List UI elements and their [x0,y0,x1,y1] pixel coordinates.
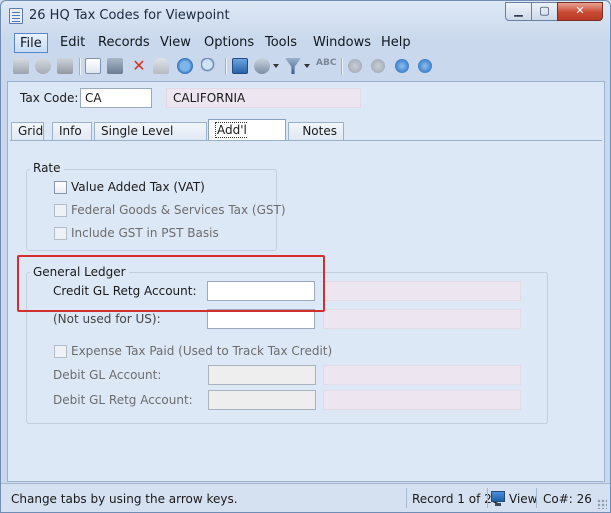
tab-notes[interactable]: Notes [288,122,344,140]
gst-in-pst-checkbox [54,227,67,240]
tab-info[interactable]: Info [52,122,92,140]
debit-gl-retg-description [323,390,521,410]
vat-checkbox[interactable] [54,181,67,194]
window-title: 26 HQ Tax Codes for Viewpoint [29,8,230,23]
not-used-for-us-label: (Not used for US): [53,312,161,326]
status-hint: Change tabs by using the arrow keys. [11,492,238,506]
monitor-icon [491,491,505,506]
status-bar: Change tabs by using the arrow keys. Rec… [1,483,610,512]
tab-grid[interactable]: Grid [11,122,44,140]
gst-in-pst-label: Include GST in PST Basis [71,226,219,240]
menu-bar: File Edit Records View Options Tools Win… [7,32,605,54]
save-icon[interactable] [107,58,123,74]
tab-addl-options[interactable]: Add'l Options [208,119,286,158]
toolbar-separator [225,58,226,75]
menu-help[interactable]: Help [376,33,416,53]
rate-group-title: Rate [30,161,64,175]
toolbar: ✕ ABC [7,55,605,79]
tax-code-input[interactable]: CA [80,88,152,108]
close-button[interactable]: ✕ [557,2,603,21]
menu-file[interactable]: File [14,33,48,53]
minimize-button[interactable]: ▁ [505,2,532,21]
debit-gl-account-label: Debit GL Account: [53,368,162,382]
debit-gl-account-input [208,365,316,385]
last-record-icon[interactable] [418,59,432,73]
attachment-icon[interactable] [254,58,270,74]
company-number: Co#: 26 [543,492,592,506]
application-window: 26 HQ Tax Codes for Viewpoint ▁ ▢ ✕ File… [0,0,611,513]
previous-record-icon[interactable] [371,59,385,73]
refresh-icon[interactable] [177,58,193,74]
tab-label: Notes [302,124,337,138]
first-record-icon[interactable] [348,59,362,73]
open-form-icon[interactable] [13,58,29,74]
tab-label: Info [59,124,82,138]
status-separator [406,488,407,508]
resize-grip-icon[interactable] [597,499,607,509]
attachment-dropdown-icon[interactable] [273,64,279,68]
debit-gl-retg-label: Debit GL Retg Account: [53,393,193,407]
credit-gl-retg-description [323,281,521,301]
expense-tax-paid-label: Expense Tax Paid (Used to Track Tax Cred… [71,344,333,358]
view-indicator[interactable]: View [509,492,537,506]
lookup-icon[interactable] [201,58,217,74]
gl-account-description [323,309,521,329]
menu-options[interactable]: Options [199,33,259,53]
menu-tools[interactable]: Tools [260,33,302,53]
filter-dropdown-icon[interactable] [304,64,310,68]
tax-code-description: CALIFORNIA [166,88,361,108]
next-record-icon[interactable] [395,59,409,73]
print-icon[interactable] [57,58,73,74]
title-bar[interactable]: 26 HQ Tax Codes for Viewpoint ▁ ▢ ✕ [1,1,610,31]
delete-icon[interactable]: ✕ [131,58,147,74]
filter-icon[interactable] [285,58,301,74]
calculator-icon[interactable] [232,58,248,74]
debit-gl-retg-input [208,390,316,410]
link-icon[interactable] [35,58,51,74]
tax-code-label: Tax Code: [20,91,79,105]
toolbar-separator [341,58,342,75]
menu-view[interactable]: View [155,33,196,53]
undo-icon[interactable] [153,58,169,74]
status-separator [487,488,488,508]
form-icon [9,8,23,24]
debit-gl-account-description [323,365,521,385]
tab-single-level-members[interactable]: Single Level Members [94,122,207,155]
toolbar-separator [79,58,80,75]
menu-windows[interactable]: Windows [308,33,376,53]
vat-label: Value Added Tax (VAT) [71,180,205,194]
spellcheck-icon[interactable]: ABC [316,58,336,74]
status-separator [536,488,537,508]
gst-label: Federal Goods & Services Tax (GST) [71,203,286,217]
highlight-box [17,255,325,312]
new-record-icon[interactable] [85,58,101,74]
menu-records[interactable]: Records [93,33,155,53]
maximize-button[interactable]: ▢ [531,2,558,21]
tab-label: Grid [18,124,44,138]
expense-tax-paid-checkbox [54,345,67,358]
menu-edit[interactable]: Edit [55,33,90,53]
gst-checkbox [54,204,67,217]
gl-account-input[interactable] [207,309,315,329]
